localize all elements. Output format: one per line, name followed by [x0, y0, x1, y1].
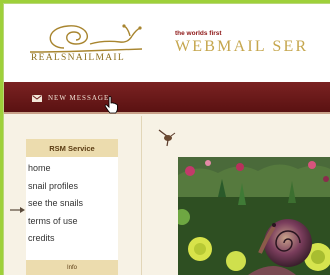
snail-logo-icon[interactable]: [24, 18, 154, 58]
sidebar-item-credits[interactable]: credits: [28, 230, 118, 248]
envelope-icon: [32, 94, 42, 102]
site-title: WEBMAIL SER: [175, 38, 309, 55]
sidebar-item-see-the-snails[interactable]: see the snails: [28, 195, 118, 213]
column-divider: [141, 116, 142, 275]
tagline: the worlds first: [175, 30, 222, 37]
nav-bar: New message: [4, 82, 330, 114]
info-heading: Info: [26, 260, 118, 275]
site-header: REALSNAILMAIL the worlds first WEBMAIL S…: [4, 4, 330, 82]
webmail-page: REALSNAILMAIL the worlds first WEBMAIL S…: [4, 4, 330, 275]
snail-garden-image: [178, 157, 330, 275]
hand-cursor-icon: [104, 96, 118, 114]
beetle-icon: [158, 129, 176, 147]
sidebar-item-snail-profiles[interactable]: snail profiles: [28, 178, 118, 196]
snail-photo: [178, 157, 330, 275]
logo-text: REALSNAILMAIL: [31, 53, 125, 63]
sidebar-item-home[interactable]: home: [28, 160, 118, 178]
new-message-label: New message: [48, 94, 110, 102]
pin-icon: [10, 207, 25, 213]
sidebar-item-terms-of-use[interactable]: terms of use: [28, 213, 118, 231]
new-message-button[interactable]: New message: [32, 92, 109, 104]
sidebar-heading: RSM Service: [26, 139, 118, 157]
sidebar-menu: home snail profiles see the snails terms…: [26, 157, 118, 248]
sidebar-panel: RSM Service home snail profiles see the …: [26, 139, 118, 275]
